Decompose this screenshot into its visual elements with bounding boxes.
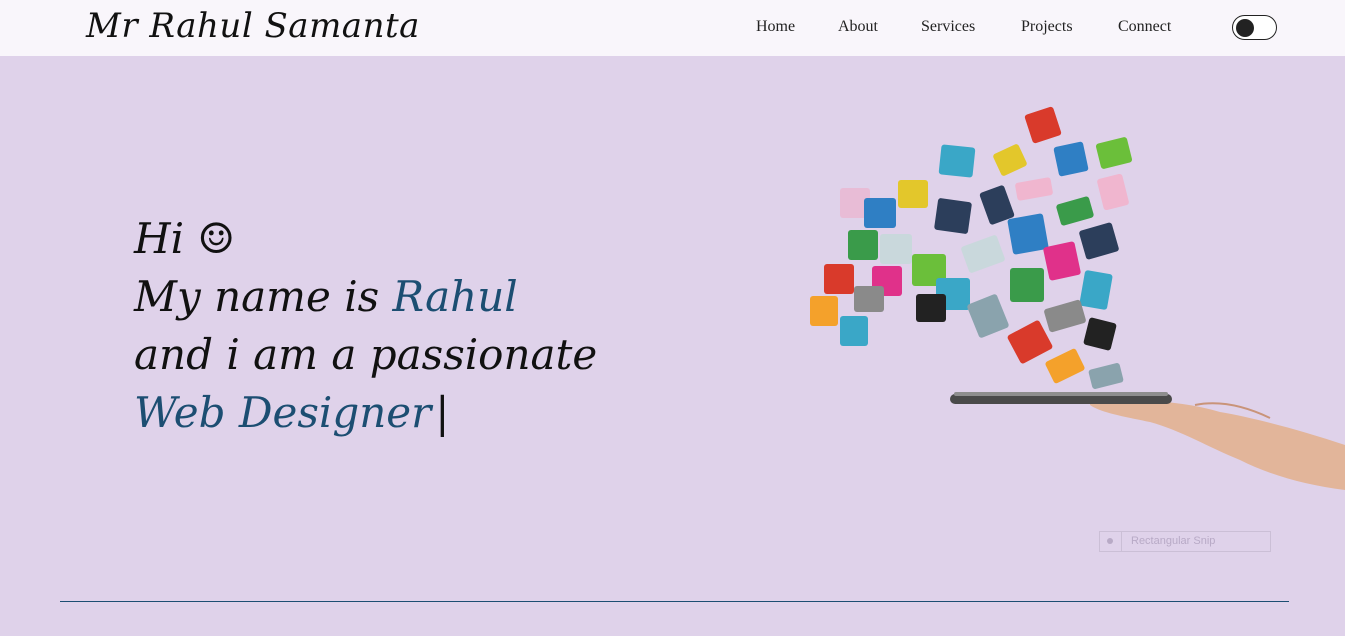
section-divider xyxy=(60,601,1289,602)
snip-tooltip: Rectangular Snip xyxy=(1099,531,1271,552)
nav-link-connect[interactable]: Connect xyxy=(1118,18,1171,36)
theme-toggle[interactable] xyxy=(1232,15,1277,40)
hero-role: Web Designer xyxy=(134,388,432,437)
navbar: Mr Rahul Samanta Home About Services Pro… xyxy=(0,0,1345,56)
nav-link-services[interactable]: Services xyxy=(921,18,975,36)
snip-icon xyxy=(1100,532,1122,551)
nav-link-home[interactable]: Home xyxy=(756,18,795,36)
toggle-knob-icon xyxy=(1236,18,1254,37)
hero-text: Hi ☺ My name is Rahul and i am a passion… xyxy=(134,210,597,442)
hero-greeting: Hi ☺ xyxy=(134,214,236,263)
nav-link-projects[interactable]: Projects xyxy=(1021,18,1073,36)
hero-intro-line: My name is Rahul xyxy=(134,268,597,326)
hero-role-line: Web Designer| xyxy=(134,384,597,442)
hero-intro-prefix: My name is xyxy=(134,272,393,321)
hero-name: Rahul xyxy=(392,272,518,321)
snip-label: Rectangular Snip xyxy=(1131,535,1216,547)
nav-link-about[interactable]: About xyxy=(838,18,878,36)
brand-logo[interactable]: Mr Rahul Samanta xyxy=(86,6,420,46)
hero-illustration xyxy=(810,106,1345,490)
typing-cursor: | xyxy=(435,388,450,437)
hero-passion-line: and i am a passionate xyxy=(134,330,598,379)
